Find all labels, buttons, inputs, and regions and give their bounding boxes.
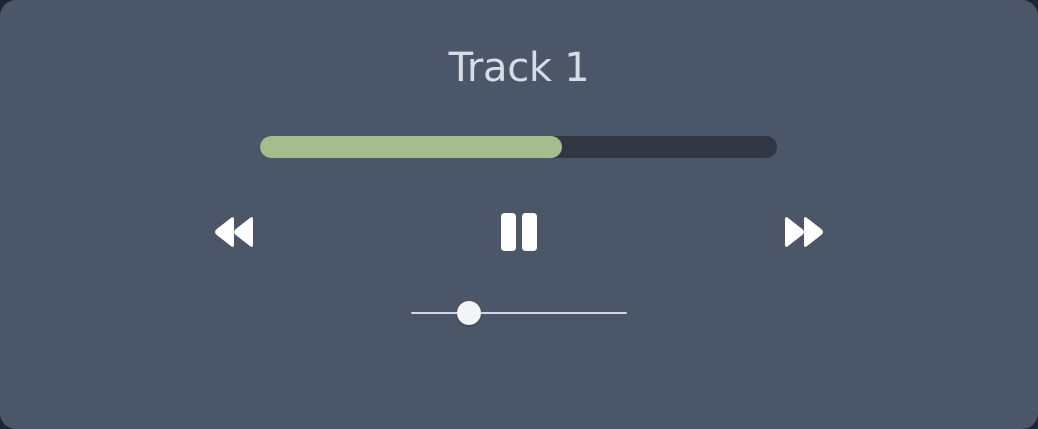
rewind-icon bbox=[215, 217, 253, 247]
volume-track bbox=[411, 312, 627, 314]
pause-button[interactable] bbox=[491, 206, 547, 258]
progress-fill bbox=[260, 136, 563, 158]
track-title: Track 1 bbox=[448, 45, 590, 91]
fast-forward-icon bbox=[785, 217, 823, 247]
volume-slider[interactable] bbox=[411, 298, 627, 328]
rewind-button[interactable] bbox=[207, 206, 263, 258]
volume-thumb[interactable] bbox=[457, 301, 482, 325]
fast-forward-button[interactable] bbox=[775, 206, 831, 258]
media-player: Track 1 bbox=[0, 0, 1038, 429]
pause-icon bbox=[501, 213, 537, 251]
progress-bar[interactable] bbox=[260, 136, 777, 158]
